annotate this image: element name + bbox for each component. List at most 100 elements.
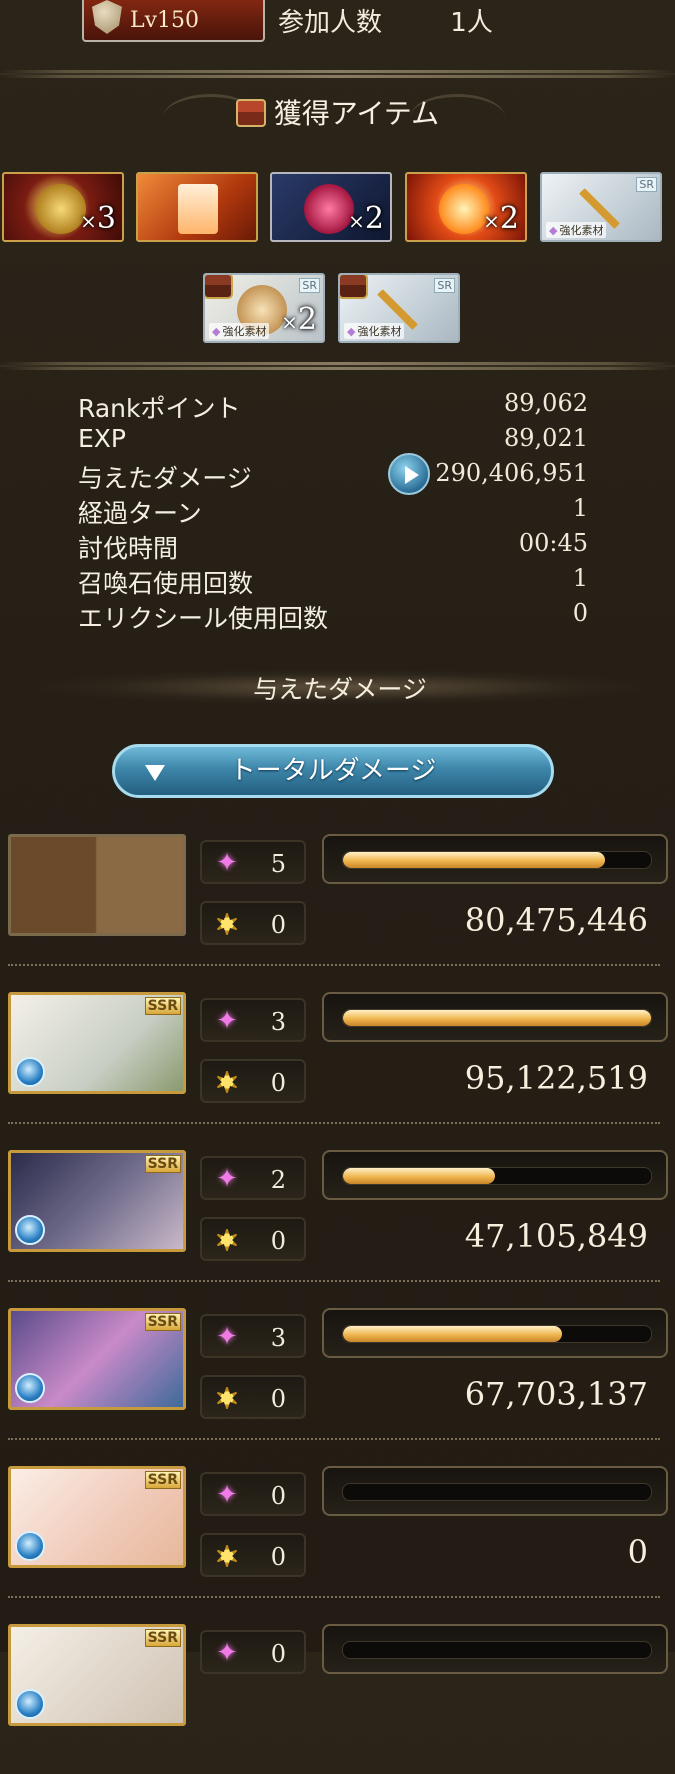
item-count: ×2 (483, 201, 519, 236)
stat-label: EXP (78, 424, 126, 453)
ability-count: 0 (270, 1640, 286, 1668)
damage-bar-fill (343, 852, 605, 868)
shield-icon (92, 0, 122, 34)
stat-label: Rankポイント (78, 394, 241, 423)
sparkle-icon: ✦ (216, 1322, 238, 1352)
damage-bar-fill (343, 1326, 562, 1342)
character-portrait[interactable] (8, 834, 186, 936)
sparkle-icon: ✦ (216, 1638, 238, 1668)
item-count: ×2 (348, 201, 384, 236)
damage-bar-track (342, 1483, 652, 1501)
item-slot[interactable]: ×2 (270, 172, 392, 242)
sparkle-icon: ✦ (216, 848, 238, 878)
damage-bar-track (342, 1167, 652, 1185)
ssr-badge: SSR (144, 997, 181, 1015)
items-title-text: 獲得アイテム (273, 97, 440, 130)
character-row: SSR ✦ 2 0 47,105,849 (0, 1142, 675, 1300)
charge-attack-count: 0 (270, 1543, 286, 1571)
total-damage-label: トータルダメージ (229, 756, 437, 786)
charge-attack-count-pill: 0 (200, 901, 306, 945)
sparkle-icon: ✦ (216, 1164, 238, 1194)
damage-bar-fill (343, 1010, 651, 1026)
charge-attack-icon (214, 1385, 240, 1411)
damage-bar (322, 1624, 668, 1674)
water-element-icon (15, 1215, 45, 1245)
fire-crest-icon (439, 184, 489, 234)
rarity-badge: SR (636, 177, 657, 192)
item-slot[interactable]: ×2 (405, 172, 527, 242)
rarity-badge: SR (434, 278, 455, 293)
charge-attack-count: 0 (270, 1069, 286, 1097)
ability-count-pill: ✦ 3 (200, 1314, 306, 1358)
character-portrait[interactable]: SSR (8, 1308, 186, 1410)
water-element-icon (15, 1689, 45, 1719)
item-tag: 強化素材 (546, 222, 607, 238)
damage-bar-track (342, 1009, 652, 1027)
stat-value: 89,021 (504, 424, 588, 452)
stat-label: 与えたダメージ (78, 464, 252, 493)
sparkle-icon: ✦ (216, 1006, 238, 1036)
participants-label: 参加人数 (278, 8, 383, 38)
damage-section-title: 与えたダメージ (40, 670, 640, 704)
treasure-chest-icon (205, 275, 233, 299)
character-row: SSR ✦ 0 0 0 (0, 1458, 675, 1616)
character-row: SSR ✦ 0 (0, 1616, 675, 1774)
damage-value: 67,703,137 (464, 1375, 648, 1413)
charge-attack-count: 0 (270, 911, 286, 939)
charge-attack-icon (214, 1069, 240, 1095)
ability-count: 0 (270, 1482, 286, 1510)
sparkle-icon: ✦ (216, 1480, 238, 1510)
item-tag: 強化素材 (344, 323, 405, 339)
treasure-chest-icon (340, 275, 368, 299)
ssr-badge: SSR (144, 1155, 181, 1173)
damage-bar (322, 834, 668, 884)
stat-value: 0 (572, 599, 588, 627)
book-icon (178, 184, 218, 234)
damage-detail-play-button[interactable] (388, 453, 430, 495)
character-portrait[interactable]: SSR (8, 1466, 186, 1568)
ability-count: 3 (270, 1324, 286, 1352)
charge-attack-count-pill: 0 (200, 1059, 306, 1103)
total-damage-dropdown[interactable]: トータルダメージ (112, 744, 554, 798)
stat-label: 討伐時間 (78, 534, 179, 563)
row-divider (8, 964, 660, 966)
divider (0, 70, 675, 78)
difficulty-badge: Lv150 (82, 0, 265, 42)
charge-attack-count-pill: 0 (200, 1375, 306, 1419)
triangle-down-icon (145, 765, 165, 781)
charge-attack-count-pill: 0 (200, 1217, 306, 1261)
ability-count-pill: ✦ 5 (200, 840, 306, 884)
treasure-chest-icon (235, 99, 266, 127)
gold-medal-icon (36, 184, 86, 234)
damage-bar (322, 1466, 668, 1516)
item-slot[interactable]: SR 強化素材 ×2 (203, 273, 325, 343)
ability-count-pill: ✦ 0 (200, 1630, 306, 1674)
character-row: ✦ 5 0 80,475,446 (0, 826, 675, 984)
item-slot[interactable]: SR 強化素材 (540, 172, 662, 242)
damage-bar-track (342, 851, 652, 869)
damage-bar (322, 1308, 668, 1358)
charge-attack-count-pill: 0 (200, 1533, 306, 1577)
stat-label: 経過ターン (78, 499, 202, 528)
item-slot[interactable]: ×3 (2, 172, 124, 242)
ssr-badge: SSR (144, 1313, 181, 1331)
item-slot[interactable] (136, 172, 258, 242)
damage-bar (322, 1150, 668, 1200)
character-row: SSR ✦ 3 0 67,703,137 (0, 1300, 675, 1458)
damage-bar-track (342, 1325, 652, 1343)
charge-attack-count: 0 (270, 1385, 286, 1413)
character-portrait[interactable]: SSR (8, 1624, 186, 1726)
stat-value: 1 (572, 564, 588, 592)
character-portrait[interactable]: SSR (8, 992, 186, 1094)
damage-value: 47,105,849 (464, 1217, 648, 1255)
stat-value: 1 (572, 494, 588, 522)
participants: 参加人数 1人 (278, 2, 493, 39)
stat-value: 290,406,951 (435, 459, 588, 487)
character-row: SSR ✦ 3 0 95,122,519 (0, 984, 675, 1142)
damage-bar-fill (343, 1168, 496, 1184)
participants-value: 1人 (450, 8, 493, 38)
item-count: ×3 (80, 201, 116, 236)
difficulty-level: Lv150 (130, 8, 200, 33)
item-slot[interactable]: SR 強化素材 (338, 273, 460, 343)
character-portrait[interactable]: SSR (8, 1150, 186, 1252)
